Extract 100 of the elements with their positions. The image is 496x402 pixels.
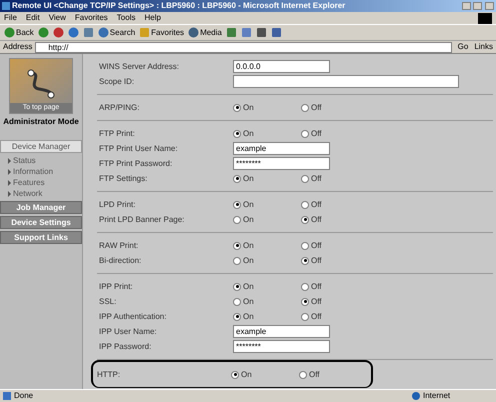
mode-label: Administrator Mode	[3, 116, 79, 128]
option-label: Off	[311, 240, 322, 252]
minimize-button[interactable]	[462, 2, 471, 10]
input-field[interactable]: ********	[233, 157, 330, 170]
option-label: Off	[311, 102, 322, 114]
option-label: On	[243, 102, 254, 114]
radio-button[interactable]	[233, 256, 241, 264]
radio-option[interactable]: On	[233, 296, 301, 308]
radio-button[interactable]	[233, 200, 241, 208]
setting-label: IPP Print:	[99, 280, 134, 292]
radio-button[interactable]	[233, 242, 241, 250]
toolbar-button[interactable]: Search	[98, 26, 136, 38]
radio-option[interactable]: On	[233, 280, 301, 292]
radio-option[interactable]: Off	[301, 198, 369, 210]
go-button[interactable]: Go	[454, 41, 472, 53]
radio-option[interactable]: Off	[301, 128, 369, 140]
option-label: Off	[311, 198, 322, 210]
window-title: Remote UI <Change TCP/IP Settings> : LBP5960 : LBP5960 - Microsoft Internet Explorer	[12, 0, 346, 12]
address-field[interactable]: http://	[35, 42, 452, 52]
setting-label: WINS Server Address:	[99, 60, 180, 72]
nav-link[interactable]: Information	[8, 166, 54, 177]
radio-option[interactable]: On	[231, 368, 299, 380]
option-label: On	[243, 128, 254, 140]
setting-label: IPP Authentication:	[99, 310, 168, 322]
menu-item[interactable]: Help	[144, 12, 161, 24]
toolbar-button[interactable]: Back	[4, 26, 34, 38]
nav-link[interactable]: Network	[8, 188, 42, 199]
radio-option[interactable]: Off	[301, 296, 369, 308]
radio-option[interactable]: Off	[301, 254, 369, 266]
radio-option[interactable]: Off	[301, 172, 369, 184]
zone-label: Internet	[423, 390, 452, 402]
option-label: On	[243, 214, 254, 226]
radio-option[interactable]: On	[233, 198, 301, 210]
toolbar-button[interactable]: Favorites	[139, 26, 184, 38]
nav-button[interactable]: Support Links	[0, 231, 82, 244]
input-field[interactable]: example	[233, 325, 330, 338]
option-label: On	[243, 310, 254, 322]
input-field[interactable]: ********	[233, 340, 330, 353]
maximize-button[interactable]	[473, 2, 482, 10]
menu-item[interactable]: Favorites	[74, 12, 108, 24]
radio-option[interactable]: On	[233, 128, 301, 140]
nav-button[interactable]: Device Settings	[0, 216, 82, 229]
setting-label: ARP/PING:	[99, 102, 140, 114]
setting-label: RAW Print:	[99, 240, 140, 252]
radio-button[interactable]	[233, 312, 241, 320]
radio-button[interactable]	[301, 256, 309, 264]
radio-option[interactable]: Off	[301, 280, 369, 292]
radio-button[interactable]	[233, 282, 241, 290]
radio-button[interactable]	[233, 104, 241, 112]
radio-option[interactable]: On	[233, 172, 301, 184]
nav-button[interactable]: Job Manager	[0, 201, 82, 214]
setting-label: LPD Print:	[99, 198, 136, 210]
option-label: Off	[311, 296, 322, 308]
radio-button[interactable]	[301, 242, 309, 250]
radio-button[interactable]	[301, 216, 309, 224]
radio-button[interactable]	[231, 370, 239, 378]
radio-option[interactable]: Off	[299, 368, 367, 380]
nav-link[interactable]: Features	[8, 177, 45, 188]
input-field[interactable]	[233, 75, 459, 88]
radio-button[interactable]	[301, 104, 309, 112]
close-button[interactable]	[485, 2, 494, 10]
input-field[interactable]: 0.0.0.0	[233, 60, 330, 73]
radio-option[interactable]: On	[233, 254, 301, 266]
radio-button[interactable]	[233, 298, 241, 306]
radio-button[interactable]	[301, 312, 309, 320]
option-label: On	[243, 296, 254, 308]
menu-item[interactable]: View	[48, 12, 66, 24]
option-label: Off	[311, 280, 322, 292]
menu-item[interactable]: File	[4, 12, 17, 24]
nav-link[interactable]: Status	[8, 155, 36, 166]
nav-button[interactable]: Device Manager	[0, 140, 82, 153]
radio-button[interactable]	[233, 174, 241, 182]
radio-button[interactable]	[301, 298, 309, 306]
radio-button[interactable]	[233, 216, 241, 224]
option-label: Off	[309, 368, 320, 380]
radio-button[interactable]	[301, 130, 309, 138]
setting-label: FTP Print User Name:	[99, 142, 179, 154]
radio-option[interactable]: On	[233, 102, 301, 114]
radio-button[interactable]	[301, 174, 309, 182]
status-text: Done	[14, 390, 34, 402]
menu-item[interactable]: Tools	[116, 12, 136, 24]
radio-option[interactable]: Off	[301, 214, 369, 226]
radio-option[interactable]: Off	[301, 240, 369, 252]
radio-option[interactable]: Off	[301, 102, 369, 114]
menu-item[interactable]: Edit	[26, 12, 40, 24]
radio-option[interactable]: On	[233, 214, 301, 226]
option-label: Off	[311, 310, 322, 322]
radio-button[interactable]	[299, 370, 307, 378]
radio-button[interactable]	[301, 282, 309, 290]
links-button[interactable]: Links	[474, 41, 493, 53]
radio-button[interactable]	[301, 200, 309, 208]
setting-label: HTTP:	[97, 368, 122, 380]
radio-button[interactable]	[233, 130, 241, 138]
toolbar-button[interactable]: Media	[188, 26, 222, 38]
radio-option[interactable]: Off	[301, 310, 369, 322]
radio-option[interactable]: On	[233, 240, 301, 252]
radio-option[interactable]: On	[233, 310, 301, 322]
address-label: Address	[3, 41, 32, 53]
input-field[interactable]: example	[233, 142, 330, 155]
setting-label: FTP Settings:	[99, 172, 148, 184]
